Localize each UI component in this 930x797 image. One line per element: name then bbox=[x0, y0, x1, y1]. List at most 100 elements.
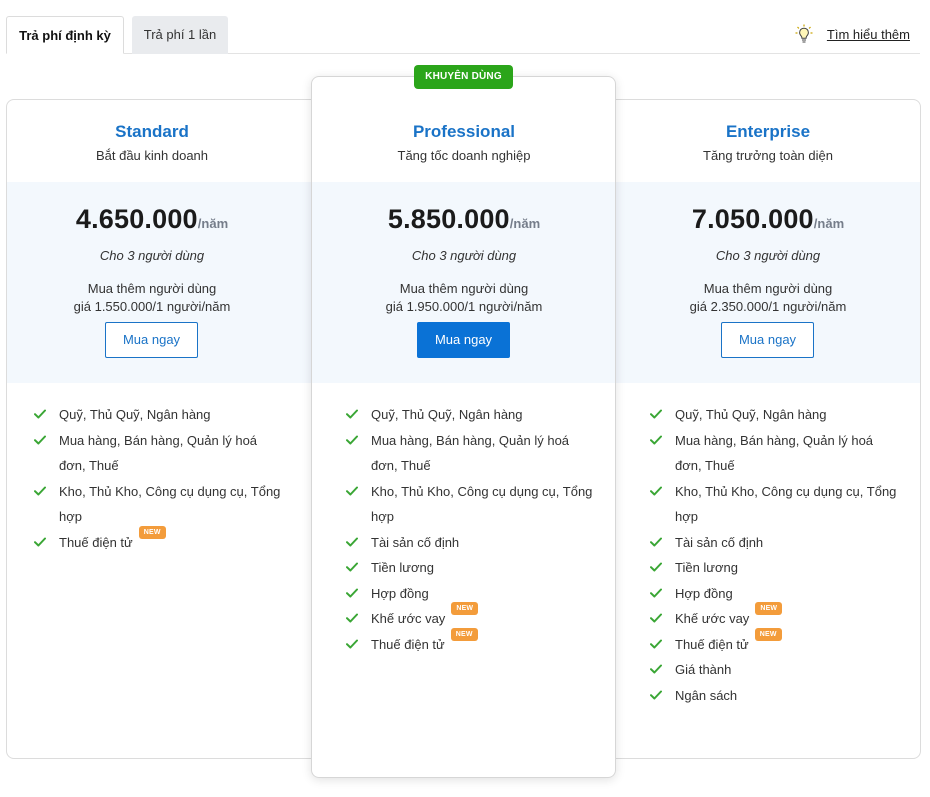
feature-label: Thuế điện tử bbox=[675, 636, 749, 652]
check-icon bbox=[346, 639, 358, 648]
plan-users: Cho 3 người dùng bbox=[715, 248, 821, 263]
feature-label: Tài sản cố định bbox=[675, 534, 764, 550]
check-icon bbox=[346, 613, 358, 623]
feature-label: Kho, Thủ Kho, Công cụ dụng cụ, Tổng hợp bbox=[675, 483, 897, 525]
extra-line-1: Mua thêm người dùng bbox=[399, 281, 529, 296]
extra-line-2: giá 1.550.000/1 người/năm bbox=[73, 299, 231, 314]
price-period: /năm bbox=[509, 216, 541, 231]
recommended-badge: KHUYÊN DÙNG bbox=[414, 65, 513, 89]
extra-users-info: Mua thêm người dùng giá 2.350.000/1 ngườ… bbox=[616, 280, 920, 316]
plan-users: Cho 3 người dùng bbox=[411, 248, 517, 263]
plan-subtitle: Tăng tốc doanh nghiệp bbox=[397, 148, 531, 163]
check-icon bbox=[346, 588, 358, 597]
buy-now-button[interactable]: Mua ngay bbox=[105, 322, 198, 358]
feature-label: Ngân sách bbox=[675, 687, 738, 703]
check-icon bbox=[650, 435, 662, 444]
feature-label: Kho, Thủ Kho, Công cụ dụng cụ, Tổng hợp bbox=[59, 483, 281, 525]
feature-label: Mua hàng, Bán hàng, Quản lý hoá đơn, Thu… bbox=[59, 432, 258, 474]
feature-item: Quỹ, Thủ Quỹ, Ngân hàng bbox=[346, 402, 596, 428]
feature-item: Kho, Thủ Kho, Công cụ dụng cụ, Tổng hợp bbox=[34, 479, 284, 530]
plan-subtitle: Tăng trưởng toàn diện bbox=[703, 148, 833, 163]
feature-label: Tài sản cố định bbox=[371, 534, 460, 550]
lightbulb-icon bbox=[795, 24, 813, 43]
check-icon bbox=[346, 435, 358, 444]
price-period: /năm bbox=[197, 216, 229, 231]
feature-item: Quỹ, Thủ Quỹ, Ngân hàng bbox=[650, 402, 900, 428]
check-icon bbox=[650, 664, 662, 674]
extra-line-1: Mua thêm người dùng bbox=[87, 281, 217, 296]
check-icon bbox=[650, 562, 662, 572]
check-icon bbox=[34, 537, 46, 546]
feature-label: Hợp đồng bbox=[371, 585, 429, 601]
extra-line-1: Mua thêm người dùng bbox=[703, 281, 833, 296]
feature-item: Tiền lương bbox=[346, 555, 596, 581]
learn-more-link[interactable]: Tìm hiểu thêm bbox=[827, 27, 910, 42]
extra-line-2: giá 1.950.000/1 người/năm bbox=[385, 299, 543, 314]
new-badge: NEW bbox=[755, 602, 783, 615]
check-icon bbox=[650, 537, 662, 546]
check-icon bbox=[346, 562, 358, 572]
check-icon bbox=[346, 486, 358, 495]
price-row: 4.650.000/năm bbox=[0, 204, 304, 235]
feature-item: Thuế điện tử NEW bbox=[346, 627, 596, 658]
feature-label: Quỹ, Thủ Quỹ, Ngân hàng bbox=[371, 407, 523, 422]
check-icon bbox=[650, 486, 662, 495]
plan-users: Cho 3 người dùng bbox=[99, 248, 205, 263]
check-icon bbox=[650, 613, 662, 623]
price-row: 7.050.000/năm bbox=[616, 204, 920, 235]
feature-label: Giá thành bbox=[675, 662, 732, 677]
feature-label: Thuế điện tử bbox=[59, 534, 133, 550]
feature-item: Thuế điện tử NEW bbox=[34, 525, 284, 556]
price-row: 5.850.000/năm bbox=[312, 204, 616, 235]
price-period: /năm bbox=[813, 216, 845, 231]
tab-one-time[interactable]: Trả phí 1 lần bbox=[132, 16, 228, 54]
pricing-tabs: Trả phí định kỳ Trả phí 1 lần Tìm hiểu t… bbox=[6, 16, 920, 54]
feature-item: Ngân sách bbox=[650, 683, 900, 709]
check-icon bbox=[34, 486, 46, 495]
check-icon bbox=[650, 409, 662, 419]
plan-name: Standard bbox=[115, 122, 189, 141]
new-badge: NEW bbox=[754, 627, 782, 641]
feature-list: Quỹ, Thủ Quỹ, Ngân hàng Mua hàng, Bán hàn… bbox=[650, 402, 900, 708]
plan-price: 5.850.000 bbox=[387, 204, 510, 234]
feature-item: Tiền lương bbox=[650, 555, 900, 581]
check-icon bbox=[650, 639, 662, 648]
feature-label: Kho, Thủ Kho, Công cụ dụng cụ, Tổng hợp bbox=[371, 483, 593, 525]
feature-label: Khế ước vay bbox=[675, 611, 750, 626]
feature-label: Mua hàng, Bán hàng, Quản lý hoá đơn, Thu… bbox=[675, 432, 874, 474]
check-icon bbox=[650, 588, 662, 597]
extra-line-2: giá 2.350.000/1 người/năm bbox=[689, 299, 847, 314]
feature-label: Mua hàng, Bán hàng, Quản lý hoá đơn, Thu… bbox=[371, 432, 570, 474]
buy-now-button[interactable]: Mua ngay bbox=[417, 322, 510, 358]
check-icon bbox=[346, 409, 358, 419]
check-icon bbox=[346, 537, 358, 546]
feature-label: Thuế điện tử bbox=[371, 636, 445, 652]
feature-item: Thuế điện tử NEW bbox=[650, 627, 900, 658]
plan-name: Enterprise bbox=[725, 122, 811, 141]
feature-item: Kho, Thủ Kho, Công cụ dụng cụ, Tổng hợp bbox=[346, 479, 596, 530]
plan-price: 4.650.000 bbox=[75, 204, 198, 234]
feature-label: Tiền lương bbox=[675, 560, 738, 575]
plan-price: 7.050.000 bbox=[691, 204, 814, 234]
feature-label: Quỹ, Thủ Quỹ, Ngân hàng bbox=[59, 407, 211, 422]
extra-users-info: Mua thêm người dùng giá 1.550.000/1 ngườ… bbox=[0, 280, 304, 316]
feature-label: Quỹ, Thủ Quỹ, Ngân hàng bbox=[675, 407, 827, 422]
feature-label: Hợp đồng bbox=[675, 585, 733, 601]
feature-item: Kho, Thủ Kho, Công cụ dụng cụ, Tổng hợp bbox=[650, 479, 900, 530]
feature-label: Khế ước vay bbox=[371, 611, 446, 626]
feature-item: Giá thành bbox=[650, 657, 900, 683]
tab-recurring[interactable]: Trả phí định kỳ bbox=[6, 16, 124, 54]
buy-now-button[interactable]: Mua ngay bbox=[721, 322, 814, 358]
feature-item: Mua hàng, Bán hàng, Quản lý hoá đơn, Thu… bbox=[34, 428, 284, 479]
new-badge: NEW bbox=[451, 602, 479, 615]
feature-list: Quỹ, Thủ Quỹ, Ngân hàng Mua hàng, Bán hàn… bbox=[34, 402, 284, 555]
check-icon bbox=[34, 409, 46, 419]
feature-item: Tài sản cố định bbox=[650, 530, 900, 556]
extra-users-info: Mua thêm người dùng giá 1.950.000/1 ngườ… bbox=[312, 280, 616, 316]
feature-item: Quỹ, Thủ Quỹ, Ngân hàng bbox=[34, 402, 284, 428]
new-badge: NEW bbox=[450, 627, 478, 641]
check-icon bbox=[34, 435, 46, 444]
feature-list: Quỹ, Thủ Quỹ, Ngân hàng Mua hàng, Bán hàn… bbox=[346, 402, 596, 657]
learn-more[interactable]: Tìm hiểu thêm bbox=[795, 24, 910, 44]
feature-label: Tiền lương bbox=[371, 560, 434, 575]
